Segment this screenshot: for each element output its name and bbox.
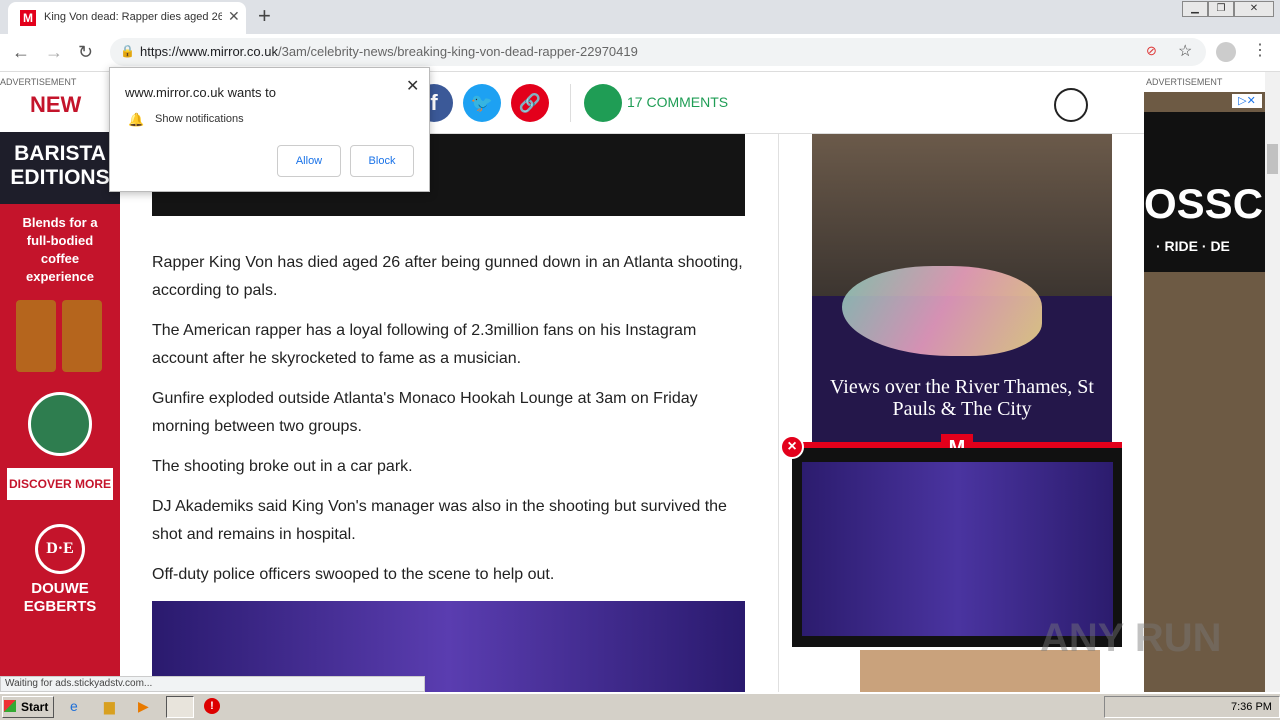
scrollbar-thumb[interactable] xyxy=(1267,144,1278,174)
notification-permission-dialog: www.mirror.co.uk wants to ✕ 🔔 Show notif… xyxy=(109,67,430,192)
bell-icon: 🔔 xyxy=(128,112,145,127)
video-frame[interactable] xyxy=(802,462,1113,636)
ad-tagline: Blends for a full-bodied coffee experien… xyxy=(22,215,98,284)
address-bar[interactable]: 🔒 https://www.mirror.co.uk/3am/celebrity… xyxy=(110,38,1206,66)
vertical-scrollbar[interactable] xyxy=(1265,72,1280,692)
status-bar-text: Waiting for ads.stickyadstv.com... xyxy=(0,676,425,692)
ad-headline: OSSC xyxy=(1144,180,1264,227)
minimize-window-icon[interactable]: ▁ xyxy=(1182,1,1208,17)
adchoices-icon[interactable]: ▷✕ xyxy=(1232,94,1262,108)
clock: 7:36 PM xyxy=(1231,701,1272,713)
bookmark-star-icon[interactable]: ☆ xyxy=(1178,41,1192,61)
folder-icon[interactable]: ▆ xyxy=(104,698,115,715)
allow-button[interactable]: Allow xyxy=(277,145,341,177)
rainforest-certified-icon xyxy=(28,392,92,456)
profile-avatar-icon[interactable] xyxy=(1216,42,1236,62)
windows-taskbar: Start e ▆ ▶ ! 7:36 PM xyxy=(0,693,1280,720)
reload-icon[interactable]: ↻ xyxy=(78,42,93,63)
close-window-icon[interactable]: ✕ xyxy=(1234,1,1274,17)
dialog-title: www.mirror.co.uk wants to xyxy=(125,85,276,100)
copy-link-icon[interactable]: 🔗 xyxy=(511,84,549,122)
url-text: https://www.mirror.co.uk/3am/celebrity-n… xyxy=(140,44,638,59)
article-paragraph: Off-duty police officers swooped to the … xyxy=(152,566,555,583)
coffee-packs-image xyxy=(0,296,120,376)
right-advertisement[interactable]: ADVERTISEMENT ▷✕ OSSC · RIDE · DE xyxy=(1144,72,1265,692)
article-paragraph: The shooting broke out in a car park. xyxy=(152,458,413,475)
ie-icon[interactable]: e xyxy=(70,698,78,714)
ad-title: BARISTA EDITIONS xyxy=(0,132,120,204)
paint-swirl-graphic xyxy=(842,266,1042,356)
lock-icon: 🔒 xyxy=(120,44,135,58)
menu-kebab-icon[interactable]: ⋮ xyxy=(1252,40,1268,60)
article-paragraph: Gunfire exploded outside Atlanta's Monac… xyxy=(152,390,698,435)
ad-caption: Views over the River Thames, St Pauls & … xyxy=(830,376,1094,420)
chrome-taskbar-button[interactable] xyxy=(166,696,194,718)
video-close-icon[interactable]: × xyxy=(780,435,804,459)
permission-item: Show notifications xyxy=(155,113,244,125)
restore-window-icon[interactable]: ❐ xyxy=(1208,1,1234,17)
discover-more-button[interactable]: DISCOVER MORE xyxy=(7,468,113,500)
divider xyxy=(570,84,571,122)
twitter-share-icon[interactable]: 🐦 xyxy=(463,84,501,122)
tab-close-icon[interactable]: ✕ xyxy=(228,8,240,25)
thames-ad-panel[interactable]: Views over the River Thames, St Pauls & … xyxy=(812,266,1112,442)
alert-app-icon[interactable]: ! xyxy=(204,698,220,714)
forward-arrow-icon[interactable]: → xyxy=(45,42,63,63)
ad-label: ADVERTISEMENT xyxy=(0,72,120,92)
anyrun-watermark: ANY RUN xyxy=(1040,616,1222,660)
new-tab-button[interactable]: + xyxy=(258,3,271,29)
column-divider xyxy=(778,134,779,692)
back-arrow-icon[interactable]: ← xyxy=(12,42,30,63)
blocked-notification-icon[interactable]: ⊘ xyxy=(1146,43,1157,59)
article-paragraph: The American rapper has a loyal followin… xyxy=(152,322,697,367)
ad-brand: DOUWE EGBERTS xyxy=(23,580,97,615)
comments-link[interactable]: 17 COMMENTS xyxy=(627,94,728,110)
tab-strip: M King Von dead: Rapper dies aged 26 ✕ +… xyxy=(0,0,1280,34)
article-paragraph: DJ Akademiks said King Von's manager was… xyxy=(152,498,727,543)
user-account-icon[interactable] xyxy=(1054,88,1088,122)
ad-subline: · RIDE · DE xyxy=(1156,238,1230,254)
tab-title: King Von dead: Rapper dies aged 26 xyxy=(44,11,222,23)
ad-new-label: NEW xyxy=(0,92,120,132)
windows-logo-icon xyxy=(4,700,16,712)
dialog-close-icon[interactable]: ✕ xyxy=(406,76,419,96)
comments-icon[interactable] xyxy=(584,84,622,122)
mirror-favicon-icon: M xyxy=(20,10,36,26)
block-button[interactable]: Block xyxy=(350,145,414,177)
article-paragraph: Rapper King Von has died aged 26 after b… xyxy=(152,254,743,299)
system-tray: 7:36 PM xyxy=(1104,696,1280,718)
left-advertisement[interactable]: ADVERTISEMENT NEW BARISTA EDITIONS Blend… xyxy=(0,72,120,677)
media-player-icon[interactable]: ▶ xyxy=(138,698,149,715)
ad-label: ADVERTISEMENT xyxy=(1144,72,1265,92)
browser-tab[interactable]: M King Von dead: Rapper dies aged 26 ✕ xyxy=(8,2,246,34)
de-logo-icon: D·E xyxy=(35,524,85,574)
